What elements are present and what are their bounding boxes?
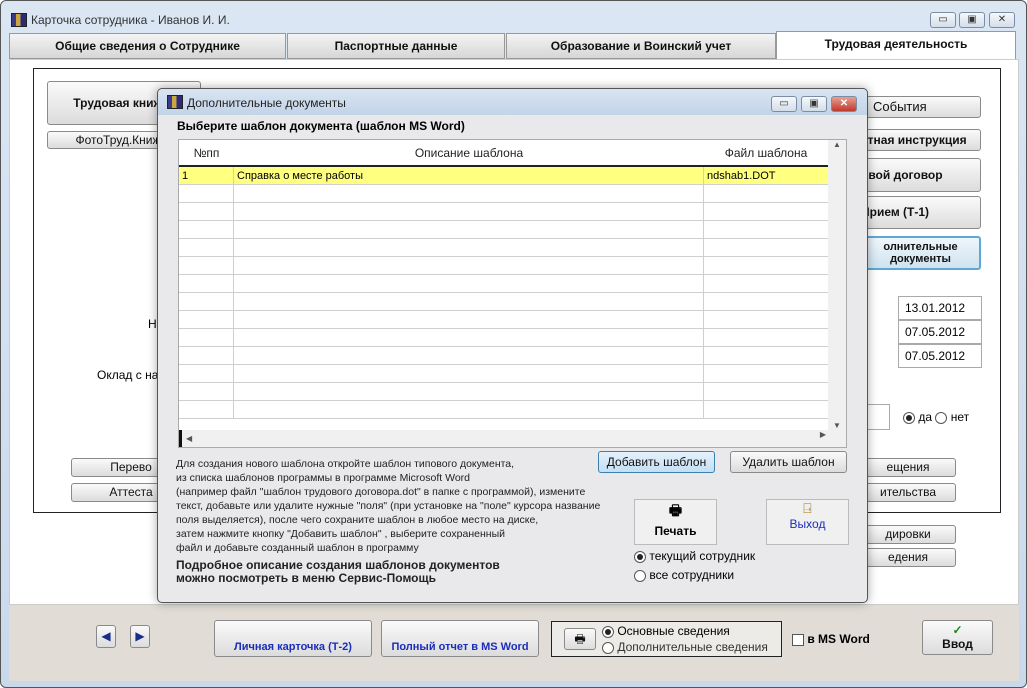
ok-button[interactable]: ✓ Ввод [922,620,993,655]
date-field-3[interactable]: 07.05.2012 [898,344,982,368]
events-button[interactable]: События [860,96,981,118]
cell-num: 1 [179,167,234,185]
check-icon: ✓ [952,623,963,637]
table-row[interactable] [179,203,828,221]
printer-icon: 🖶 [668,502,683,518]
minimize-button[interactable]: ▭ [930,12,956,28]
table-row[interactable] [179,329,828,347]
date-field-2[interactable]: 07.05.2012 [898,320,982,344]
dialog-maximize-button[interactable]: ▣ [801,96,827,112]
exit-button[interactable]: ⍈ Выход [766,499,849,545]
print-options-group: 🖶 Основные сведения Дополнительные сведе… [551,621,782,657]
salary-label: Оклад с на [97,368,159,382]
help-text: Для создания нового шаблона откройте шаб… [176,457,616,585]
dialog-minimize-button[interactable]: ▭ [771,96,797,112]
no-label: нет [950,410,970,424]
table-row[interactable] [179,401,828,419]
footer-bar: ◀ ▶ Личная карточка (Т-2) Полный отчет в… [9,605,1019,681]
tab-education[interactable]: Образование и Воинский учет [506,33,776,59]
right-button-3[interactable]: дировки [860,525,956,544]
date-field-1[interactable]: 13.01.2012 [898,296,982,320]
radio-no[interactable] [935,411,948,424]
extra-docs-button[interactable]: олнительные документы [860,236,981,270]
table-row[interactable] [179,185,828,203]
full-report-button[interactable]: Полный отчет в MS Word [381,620,539,657]
table-row[interactable] [179,383,828,401]
templates-table: №пп Описание шаблона Файл шаблона 1 Спра… [178,139,847,448]
dialog-icon [167,95,183,109]
horizontal-scrollbar[interactable]: ◀ ▶ [179,430,846,447]
print-button[interactable]: 🖶 Печать [634,499,717,545]
close-button[interactable]: ✕ [989,12,1015,28]
radio-all-employees[interactable]: все сотрудники [634,568,734,582]
next-button[interactable]: ▶ [130,625,150,648]
col-header-num[interactable]: №пп [179,140,234,167]
cell-file: ndshab1.DOT [707,170,776,182]
table-row[interactable] [179,275,828,293]
col-header-file[interactable]: Файл шаблона [704,140,828,167]
tab-general[interactable]: Общие сведения о Сотруднике [9,33,286,59]
tab-passport[interactable]: Паспортные данные [287,33,505,59]
right-button-2[interactable]: ительства [860,483,956,502]
app-icon [11,13,27,27]
table-row[interactable] [179,239,828,257]
right-button-1[interactable]: ещения [860,458,956,477]
contract-button[interactable]: овой договор [860,158,981,192]
table-row[interactable] [179,311,828,329]
dialog-title: Дополнительные документы [187,96,346,110]
dialog-titlebar: Дополнительные документы ▭ ▣ ✕ [158,89,867,115]
table-row[interactable] [179,293,828,311]
radio-main-info[interactable]: Основные сведения [602,624,730,638]
table-row[interactable] [179,221,828,239]
dialog-close-button[interactable]: ✕ [831,96,857,112]
delete-template-button[interactable]: Удалить шаблон [730,451,847,473]
help-bold: Подробное описание создания шаблонов док… [176,558,500,585]
exit-door-icon: ⍈ [803,500,812,516]
right-button-4[interactable]: едения [860,548,956,567]
window-title: Карточка сотрудника - Иванов И. И. [31,13,230,27]
msword-checkbox[interactable]: в MS Word [792,632,870,646]
printer-icon[interactable]: 🖶 [564,628,596,650]
personal-card-button[interactable]: Личная карточка (Т-2) [214,620,372,657]
hire-button[interactable]: Прием (Т-1) [860,196,981,229]
full-report-label: Полный отчет в MS Word [391,641,529,653]
col-header-desc[interactable]: Описание шаблона [234,140,704,167]
yes-label: да [918,410,933,424]
table-row[interactable] [179,347,828,365]
extra-documents-dialog: Дополнительные документы ▭ ▣ ✕ Выберите … [157,88,868,603]
prev-button[interactable]: ◀ [96,625,116,648]
maximize-button[interactable]: ▣ [959,12,985,28]
tab-work[interactable]: Трудовая деятельность [776,31,1016,61]
radio-extra-info[interactable]: Дополнительные сведения [602,640,768,654]
vertical-scrollbar[interactable]: ▲ ▼ [828,140,846,430]
cell-desc: Справка о месте работы [234,167,704,185]
ok-label: Ввод [942,637,973,651]
dialog-heading: Выберите шаблон документа (шаблон MS Wor… [177,119,465,133]
radio-current-employee[interactable]: текущий сотрудник [634,549,755,563]
personal-card-label: Личная карточка (Т-2) [234,641,352,653]
table-row[interactable]: 1 Справка о месте работы ndshab1.DOT [179,167,828,185]
job-instruction-button[interactable]: стная инструкция [860,129,981,151]
yes-no-radio[interactable]: да нет [903,410,969,424]
label-n: Н [148,317,157,331]
radio-yes[interactable] [903,411,915,424]
table-row[interactable] [179,257,828,275]
table-row[interactable] [179,365,828,383]
